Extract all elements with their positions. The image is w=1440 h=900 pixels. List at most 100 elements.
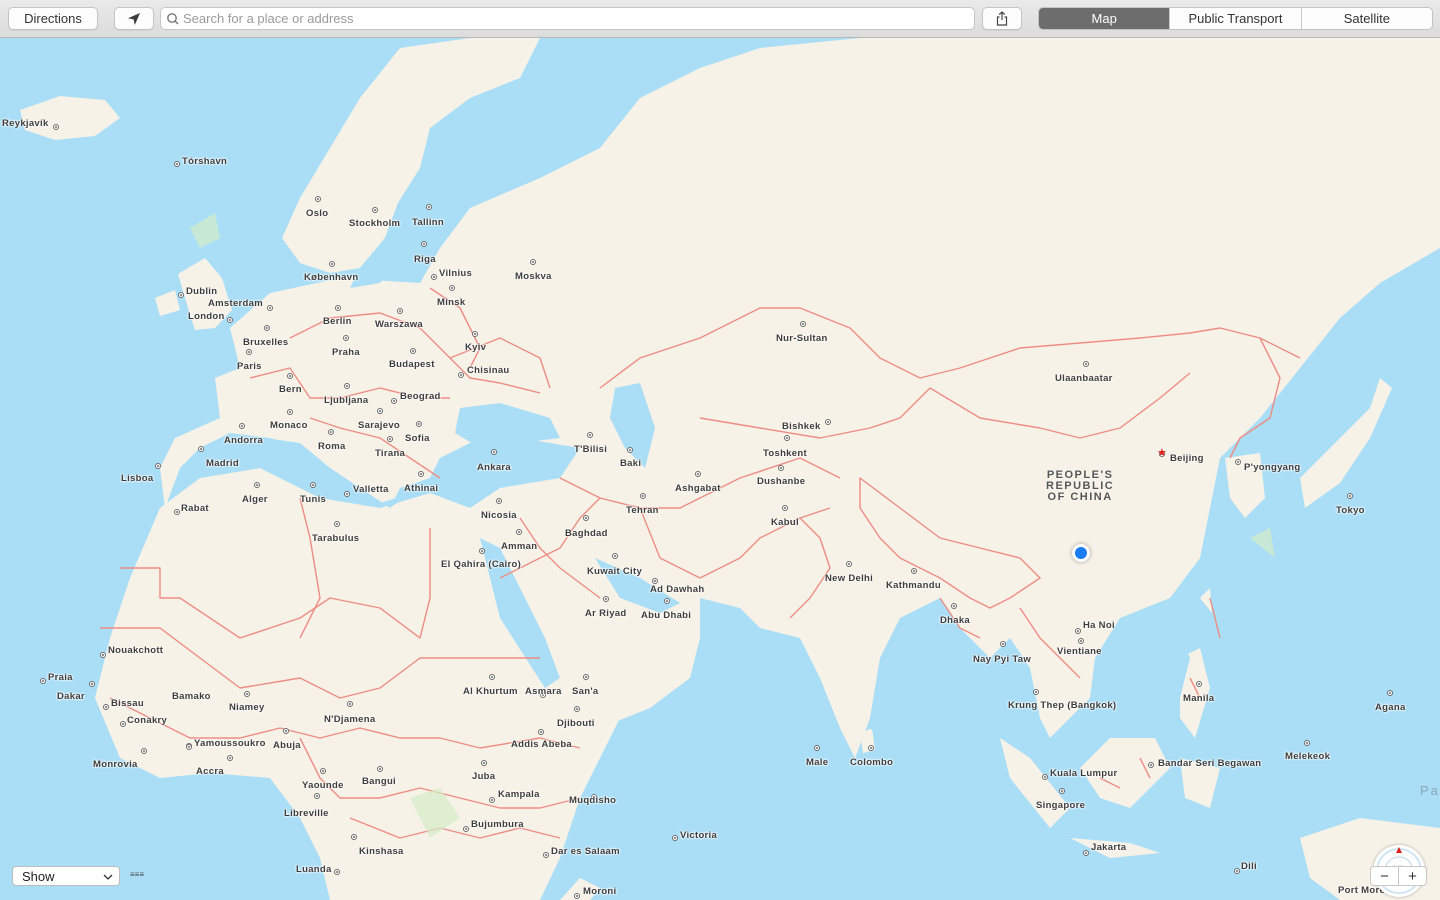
city-label[interactable]: Vientiane	[1057, 646, 1102, 657]
city-label[interactable]: Melekeok	[1285, 751, 1330, 762]
city-marker[interactable]	[155, 463, 161, 469]
city-label[interactable]: Dublin	[186, 286, 217, 297]
city-label[interactable]: Beograd	[400, 391, 441, 402]
city-marker[interactable]	[672, 835, 678, 841]
search-input[interactable]	[183, 11, 943, 26]
city-label[interactable]: Riga	[414, 254, 436, 265]
city-marker[interactable]	[825, 419, 831, 425]
map-type-map-tab[interactable]: Map	[1039, 8, 1170, 29]
city-label[interactable]: Sofia	[405, 433, 430, 444]
city-marker[interactable]	[347, 701, 353, 707]
city-label[interactable]: København	[304, 272, 358, 283]
city-marker[interactable]	[198, 446, 204, 452]
city-label[interactable]: Sarajevo	[358, 420, 400, 431]
city-marker[interactable]	[397, 308, 403, 314]
city-marker[interactable]	[1235, 459, 1241, 465]
city-label[interactable]: Kathmandu	[886, 580, 941, 591]
city-label[interactable]: Singapore	[1036, 800, 1085, 811]
city-marker[interactable]	[587, 432, 593, 438]
city-marker[interactable]	[227, 755, 233, 761]
city-marker[interactable]	[287, 409, 293, 415]
city-label[interactable]: Tokyo	[1336, 505, 1365, 516]
city-label[interactable]: Asmara	[525, 686, 562, 697]
city-label[interactable]: Berlin	[323, 316, 352, 327]
city-label[interactable]: Kuwait City	[587, 566, 642, 577]
city-marker[interactable]	[239, 423, 245, 429]
city-marker[interactable]	[640, 493, 646, 499]
city-label[interactable]: Agana	[1375, 702, 1406, 713]
city-marker[interactable]	[695, 471, 701, 477]
city-marker[interactable]	[1196, 681, 1202, 687]
city-label[interactable]: Andorra	[224, 435, 263, 446]
city-marker[interactable]	[664, 598, 670, 604]
city-label[interactable]: Nicosia	[481, 510, 517, 521]
city-marker[interactable]	[814, 745, 820, 751]
city-label[interactable]: Abuja	[273, 740, 301, 751]
map-type-satellite-tab[interactable]: Satellite	[1300, 8, 1432, 29]
city-label[interactable]: N'Djamena	[324, 714, 375, 725]
city-marker[interactable]	[141, 748, 147, 754]
map-type-public-transport-tab[interactable]: Public Transport	[1169, 8, 1300, 29]
city-label[interactable]: Dar es Salaam	[551, 846, 620, 857]
city-label[interactable]: Toshkent	[763, 448, 807, 459]
city-marker[interactable]	[174, 509, 180, 515]
city-label[interactable]: Ar Riyad	[585, 608, 626, 619]
city-marker[interactable]	[254, 482, 260, 488]
city-marker[interactable]	[1042, 774, 1048, 780]
city-label[interactable]: Ha Noi	[1083, 620, 1115, 631]
city-marker[interactable]	[1083, 850, 1089, 856]
zoom-in-button[interactable]: +	[1399, 867, 1426, 885]
city-marker[interactable]	[246, 349, 252, 355]
city-label[interactable]: Stockholm	[349, 218, 400, 229]
city-label[interactable]: San'a	[572, 686, 598, 697]
city-marker[interactable]	[846, 561, 852, 567]
city-label[interactable]: Monrovia	[93, 759, 138, 770]
zoom-out-button[interactable]: −	[1371, 867, 1399, 885]
city-label[interactable]: Conakry	[127, 715, 167, 726]
city-label[interactable]: Bamako	[172, 691, 211, 702]
city-marker[interactable]	[344, 383, 350, 389]
city-label[interactable]: Amsterdam	[208, 298, 263, 309]
city-label[interactable]: Amman	[501, 541, 537, 552]
city-label[interactable]: Roma	[318, 441, 346, 452]
city-label[interactable]: Dili	[1241, 861, 1257, 872]
city-marker[interactable]	[481, 760, 487, 766]
city-marker[interactable]	[227, 317, 233, 323]
city-label[interactable]: Accra	[196, 766, 224, 777]
city-label[interactable]: Chisinau	[467, 365, 510, 376]
city-marker[interactable]	[431, 274, 437, 280]
city-label[interactable]: Dakar	[57, 691, 85, 702]
city-marker[interactable]	[612, 553, 618, 559]
city-marker[interactable]	[391, 398, 397, 404]
city-label[interactable]: Beijing	[1170, 453, 1204, 464]
city-label[interactable]: Bangui	[362, 776, 396, 787]
city-label[interactable]: Kinshasa	[359, 846, 404, 857]
city-label[interactable]: New Delhi	[825, 573, 873, 584]
city-marker[interactable]	[410, 348, 416, 354]
city-marker[interactable]	[603, 596, 609, 602]
share-button[interactable]	[982, 7, 1022, 30]
current-location-button[interactable]	[114, 7, 154, 30]
city-label[interactable]: Ljubljana	[324, 395, 368, 406]
show-menu[interactable]: Show	[12, 866, 120, 886]
city-marker[interactable]	[778, 465, 784, 471]
city-label[interactable]: Tarabulus	[312, 533, 359, 544]
city-label[interactable]: Bujumbura	[471, 819, 524, 830]
city-label[interactable]: Bissau	[111, 698, 144, 709]
city-marker[interactable]	[1148, 762, 1154, 768]
city-label[interactable]: Kyiv	[465, 342, 486, 353]
city-label[interactable]: Ankara	[477, 462, 511, 473]
city-marker[interactable]	[387, 436, 393, 442]
city-label[interactable]: Yaounde	[302, 780, 344, 791]
city-marker[interactable]	[574, 893, 580, 899]
city-label[interactable]: Victoria	[680, 830, 717, 841]
city-marker[interactable]	[1000, 641, 1006, 647]
city-label[interactable]: Ashgabat	[675, 483, 721, 494]
city-label[interactable]: Nay Pyi Taw	[973, 654, 1031, 665]
city-marker[interactable]	[627, 447, 633, 453]
city-label[interactable]: Tunis	[300, 494, 326, 505]
city-marker[interactable]	[868, 745, 874, 751]
city-marker[interactable]	[1234, 868, 1240, 874]
city-marker[interactable]	[329, 261, 335, 267]
city-label[interactable]: Juba	[472, 771, 495, 782]
